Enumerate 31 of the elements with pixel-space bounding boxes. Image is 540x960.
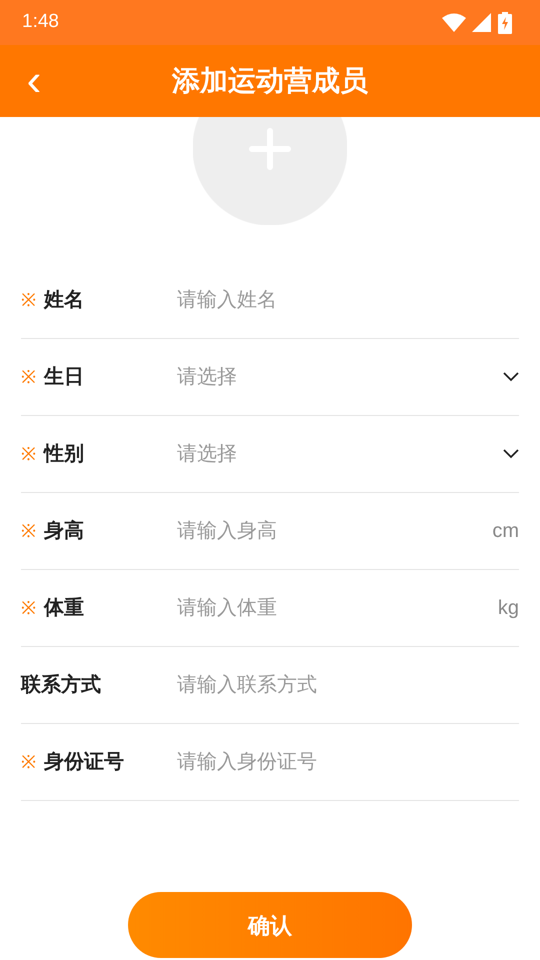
field-label: 身高 (44, 518, 84, 544)
status-time: 1:48 (22, 10, 59, 34)
unit-label: kg (498, 596, 519, 621)
chevron-down-icon (503, 449, 519, 459)
required-mark: ※ (21, 750, 37, 774)
field-label: 联系方式 (21, 672, 101, 698)
field-label: 身份证号 (44, 750, 124, 775)
select-field[interactable]: 请选择 (177, 416, 519, 492)
signal-icon (472, 12, 492, 32)
chevron-down-icon (503, 372, 519, 382)
input-field[interactable]: 请输入身份证号 (177, 742, 519, 782)
field-label: 生日 (44, 365, 84, 390)
input-field[interactable]: 请输入身高 (177, 511, 492, 551)
required-mark: ※ (21, 596, 37, 620)
field-label: 姓名 (44, 288, 84, 313)
input-field[interactable]: 请输入体重 (177, 588, 498, 628)
unit-label: cm (492, 519, 519, 544)
required-mark: ※ (21, 442, 37, 466)
wifi-icon (442, 12, 466, 32)
field-label: 性别 (44, 442, 84, 467)
confirm-button[interactable]: 确认 (128, 892, 412, 958)
required-mark: ※ (21, 288, 37, 312)
required-mark: ※ (21, 520, 37, 542)
select-field[interactable]: 请选择 (177, 339, 519, 415)
back-button[interactable]: ‹ (16, 59, 52, 103)
field-label: 体重 (44, 596, 84, 621)
battery-icon (498, 12, 512, 34)
page-title: 添加运动营成员 (172, 64, 368, 98)
required-mark: ※ (21, 366, 37, 388)
input-field[interactable]: 请输入姓名 (177, 280, 519, 320)
input-field[interactable]: 请输入联系方式 (177, 665, 519, 705)
